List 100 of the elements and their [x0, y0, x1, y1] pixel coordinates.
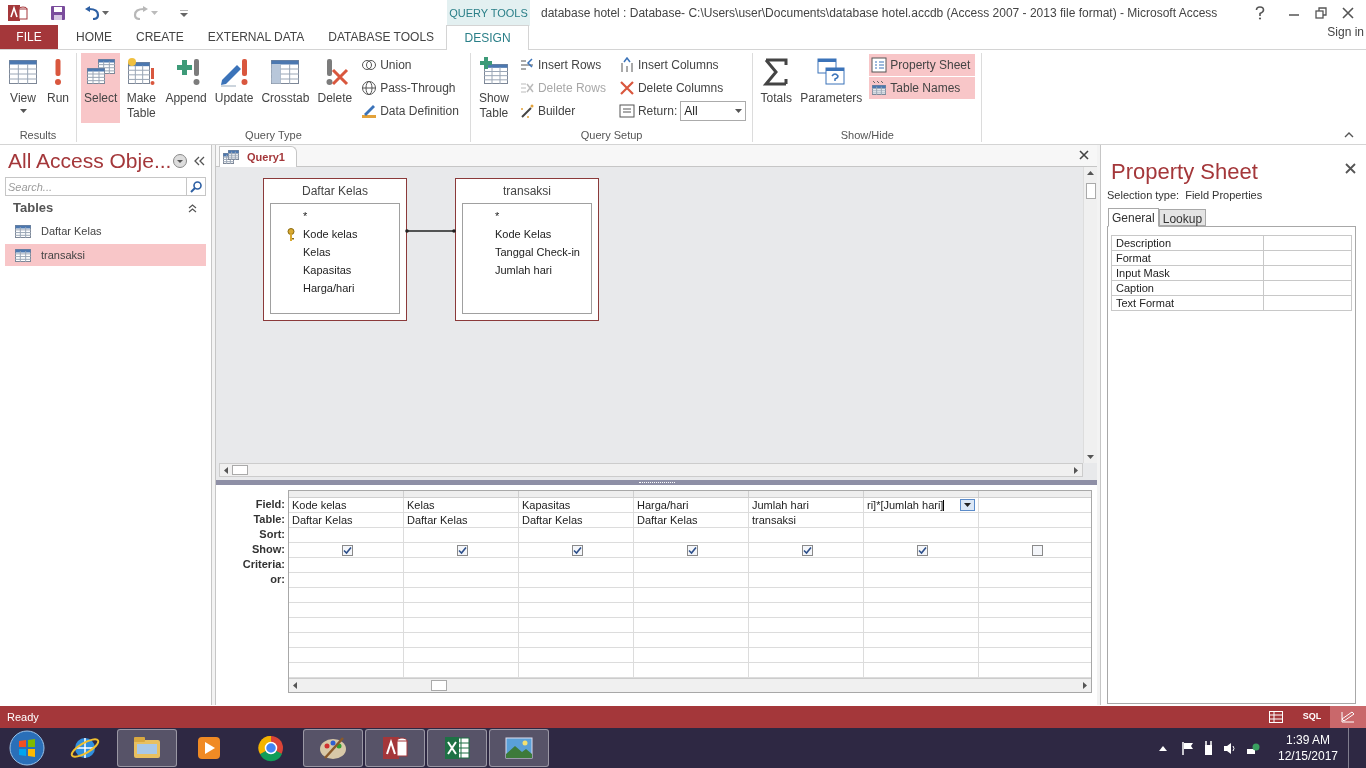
- grid-cell[interactable]: [634, 558, 749, 573]
- ribbon-button[interactable]: View: [4, 53, 42, 123]
- show-checkbox[interactable]: [802, 544, 813, 556]
- horizontal-scrollbar[interactable]: [289, 678, 1091, 692]
- grid-cell[interactable]: [864, 588, 979, 603]
- table-field-list[interactable]: Daftar Kelas * Kode kelas Kelas Kapasitas Harga/hari: [263, 178, 407, 321]
- grid-cell[interactable]: [634, 543, 749, 558]
- search-field[interactable]: Search...: [5, 177, 187, 196]
- grid-cell[interactable]: [404, 633, 519, 648]
- grid-cell[interactable]: [289, 618, 404, 633]
- show-checkbox[interactable]: [572, 544, 583, 556]
- return-dropdown[interactable]: All: [680, 101, 747, 121]
- grid-cell[interactable]: [404, 588, 519, 603]
- nav-item[interactable]: transaksi: [5, 244, 206, 266]
- ribbon-button[interactable]: Delete: [314, 53, 356, 123]
- grid-cell[interactable]: [289, 588, 404, 603]
- ribbon-tab[interactable]: HOME: [64, 25, 124, 49]
- field-name[interactable]: *: [303, 207, 308, 225]
- grid-cell[interactable]: [749, 603, 864, 618]
- grid-cell[interactable]: [404, 603, 519, 618]
- redo-icon[interactable]: [133, 6, 149, 20]
- ribbon-button[interactable]: Delete Columns: [616, 77, 747, 99]
- save-icon[interactable]: [50, 5, 66, 21]
- ribbon-button[interactable]: Parameters: [797, 53, 866, 123]
- ribbon-tab[interactable]: FILE: [0, 25, 58, 49]
- grid-cell[interactable]: [289, 633, 404, 648]
- panel-tab[interactable]: General: [1108, 208, 1159, 227]
- relationship-line[interactable]: [405, 228, 456, 234]
- grid-cell[interactable]: [519, 633, 634, 648]
- ribbon-button[interactable]: Append: [162, 53, 210, 123]
- dropdown-icon[interactable]: [173, 154, 187, 168]
- ribbon-button[interactable]: Show Table: [474, 53, 513, 123]
- field-name[interactable]: Tanggal Check-in: [495, 243, 580, 261]
- show-checkbox[interactable]: [1032, 544, 1043, 556]
- show-checkbox[interactable]: [457, 544, 468, 556]
- document-tab[interactable]: Query1: [219, 146, 297, 167]
- grid-cell[interactable]: [864, 573, 979, 588]
- grid-cell[interactable]: [519, 543, 634, 558]
- grid-cell[interactable]: [864, 618, 979, 633]
- scroll-left-icon[interactable]: [224, 466, 228, 474]
- field-name[interactable]: Harga/hari: [303, 279, 355, 297]
- grid-cell[interactable]: [749, 618, 864, 633]
- show-checkbox[interactable]: [917, 544, 928, 556]
- close-icon[interactable]: [1079, 150, 1089, 160]
- grid-cell[interactable]: [634, 603, 749, 618]
- field-name[interactable]: Kode Kelas: [495, 225, 552, 243]
- grid-cell[interactable]: [864, 558, 979, 573]
- ribbon-tab[interactable]: DESIGN: [446, 25, 530, 50]
- grid-cell[interactable]: [404, 648, 519, 663]
- grid-cell[interactable]: [634, 588, 749, 603]
- ribbon-button[interactable]: Totals: [757, 53, 796, 123]
- nav-item[interactable]: Daftar Kelas: [5, 220, 206, 242]
- grid-cell[interactable]: [404, 573, 519, 588]
- field-name[interactable]: Kode kelas: [303, 225, 358, 243]
- undo-icon[interactable]: [84, 6, 100, 20]
- scroll-down-icon[interactable]: [1087, 455, 1094, 459]
- grid-cell[interactable]: [404, 618, 519, 633]
- grid-cell[interactable]: [519, 648, 634, 663]
- scroll-right-icon[interactable]: [1083, 682, 1087, 689]
- ribbon-button[interactable]: Property Sheet: [869, 54, 976, 76]
- grid-cell[interactable]: [519, 528, 634, 543]
- ribbon-button[interactable]: Data Definition: [359, 100, 464, 122]
- column-selector[interactable]: [749, 491, 864, 498]
- taskbar-button[interactable]: [427, 729, 487, 767]
- grid-cell[interactable]: [864, 633, 979, 648]
- search-button[interactable]: [187, 177, 206, 196]
- grid-cell[interactable]: [749, 528, 864, 543]
- ribbon-button[interactable]: Insert Rows: [516, 54, 611, 76]
- design-view-button[interactable]: [1330, 706, 1366, 728]
- scroll-thumb[interactable]: [1085, 183, 1096, 199]
- collapse-group-icon[interactable]: [188, 203, 197, 213]
- grid-cell[interactable]: [864, 603, 979, 618]
- close-icon[interactable]: [1342, 7, 1354, 19]
- grid-cell[interactable]: Daftar Kelas: [404, 513, 519, 528]
- column-selector[interactable]: [519, 491, 634, 498]
- grid-cell[interactable]: Daftar Kelas: [289, 513, 404, 528]
- network-icon[interactable]: [1246, 741, 1260, 755]
- grid-cell[interactable]: [404, 528, 519, 543]
- show-hidden-icons-icon[interactable]: [1159, 745, 1167, 751]
- sign-in-link[interactable]: Sign in: [1327, 23, 1364, 41]
- collapse-pane-icon[interactable]: [193, 156, 205, 166]
- grid-cell[interactable]: [864, 528, 979, 543]
- grid-cell[interactable]: [289, 573, 404, 588]
- grid-cell[interactable]: [864, 648, 979, 663]
- ribbon-tab[interactable]: CREATE: [124, 25, 196, 49]
- grid-cell[interactable]: ri]*[Jumlah hari]: [864, 498, 979, 513]
- flag-icon[interactable]: [1182, 741, 1194, 755]
- grid-cell[interactable]: [749, 558, 864, 573]
- grid-cell[interactable]: [749, 633, 864, 648]
- grid-cell[interactable]: [979, 543, 1091, 558]
- scroll-left-icon[interactable]: [293, 682, 297, 689]
- ribbon-button[interactable]: Make Table: [122, 53, 161, 123]
- grid-cell[interactable]: [749, 648, 864, 663]
- field-name[interactable]: Kelas: [303, 243, 331, 261]
- column-selector[interactable]: [289, 491, 404, 498]
- grid-cell[interactable]: transaksi: [749, 513, 864, 528]
- collapse-ribbon-icon[interactable]: [1344, 132, 1354, 138]
- grid-cell[interactable]: Kapasitas: [519, 498, 634, 513]
- grid-cell[interactable]: [749, 573, 864, 588]
- scroll-right-icon[interactable]: [1074, 466, 1078, 474]
